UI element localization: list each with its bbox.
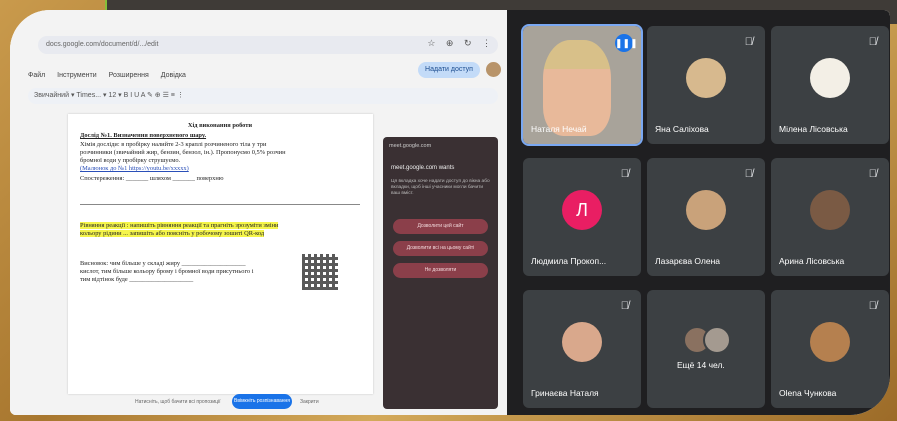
participant-name: Людмила Прокоп... [531, 256, 607, 266]
participant-name: Мілена Лісовська [779, 124, 848, 134]
popup-header: meet.google.com [389, 143, 432, 149]
docs-window: docs.google.com/document/d/.../edit ☆ ⊕ … [10, 10, 507, 415]
share-permission-popup: meet.google.com meet.google.com wants Ця… [383, 137, 498, 409]
avatar [686, 189, 726, 230]
doc-line: кольору рідини ... запишіть або поясніть… [80, 230, 265, 237]
deny-button[interactable]: Не дозволяти [393, 263, 488, 278]
participant-video [543, 40, 611, 136]
formatting-toolbar[interactable]: Звичайний ▾ Times... ▾ 12 ▾ B I U A ✎ ⊕ … [28, 88, 498, 104]
menu-tools[interactable]: Інструменти [57, 72, 96, 79]
participant-tile[interactable]: 🎙̸ Гринаєва Наталя [523, 290, 641, 408]
participant-name: Яна Саліхова [655, 124, 709, 134]
participant-tile[interactable]: ❚❚❚ Наталя Нечай [521, 24, 643, 146]
menu-extensions[interactable]: Розширення [109, 72, 149, 79]
avatar [810, 57, 850, 98]
mic-off-icon: 🎙̸ [744, 168, 753, 180]
avatar [562, 321, 602, 362]
participant-name: Наталя Нечай [531, 124, 587, 134]
doc-link[interactable]: (Малюнок до №1 https://youtu.be/xxxxx) [80, 165, 360, 173]
screenshot-frame: docs.google.com/document/d/.../edit ☆ ⊕ … [10, 10, 890, 415]
popup-description: Ця вкладка хоче надати доступ до вікна а… [391, 179, 490, 196]
participant-tile[interactable]: 🎙̸ Яна Саліхова [647, 26, 765, 144]
allow-all-button[interactable]: Дозволити всі на цьому сайті [393, 241, 488, 256]
participant-name: Гринаєва Наталя [531, 388, 599, 398]
participant-name: Лазарєва Олена [655, 256, 721, 266]
mic-off-icon: 🎙̸ [620, 300, 629, 312]
speaking-indicator-icon: ❚❚❚ [615, 34, 638, 52]
share-button[interactable]: Надати доступ [418, 62, 480, 78]
avatar: Л [562, 189, 602, 230]
document-page[interactable]: Хід виконання роботи Дослід №1. Визначен… [68, 114, 373, 394]
doc-line: розчинники (звичайний жир, бензин, бензо… [80, 149, 286, 156]
mic-off-icon: 🎙̸ [744, 36, 753, 48]
doc-line: Спостереження: _______ шляхом _______ по… [80, 175, 224, 182]
doc-line: кислот, тим більше кольору брому і бромн… [80, 268, 254, 275]
popup-title: meet.google.com wants [391, 165, 455, 171]
participant-name: Арина Лісовська [779, 256, 845, 266]
avatar [810, 321, 850, 362]
participant-tile[interactable]: 🎙̸ Лазарєва Олена [647, 158, 765, 276]
account-avatar[interactable] [486, 62, 501, 77]
participant-tile[interactable]: 🎙̸ Мілена Лісовська [771, 26, 889, 144]
mic-off-icon: 🎙̸ [620, 168, 629, 180]
doc-line: Хімія досліди: в пробірку налийте 2-3 кр… [80, 141, 267, 148]
mic-off-icon: 🎙̸ [868, 168, 877, 180]
meet-grid: ❚❚❚ Наталя Нечай 🎙̸ Яна Саліхова 🎙̸ Міле… [507, 10, 890, 415]
browser-action-icons[interactable]: ☆ ⊕ ↻ ⋮ [427, 38, 495, 49]
menu-file[interactable]: Файл [28, 72, 45, 79]
doc-line: бромної води у пробірку струшуємо. [80, 157, 181, 164]
doc-line: Висновок: чим більше у складі жиру _____… [80, 260, 246, 267]
mic-off-icon: 🎙̸ [868, 36, 877, 48]
doc-line: тим відтінок буде ____________________ [80, 276, 194, 283]
menu-help[interactable]: Довідка [161, 72, 186, 79]
participant-tile[interactable]: 🎙̸ Olena Чункова [771, 290, 889, 408]
more-participants-tile[interactable]: Ещё 14 чел. [647, 290, 765, 408]
qr-code-image [300, 252, 340, 292]
more-participants-label: Ещё 14 чел. [677, 360, 725, 370]
participant-tile[interactable]: 🎙̸ Л Людмила Прокоп... [523, 158, 641, 276]
doc-title: Хід виконання роботи [187, 122, 253, 129]
avatar [686, 57, 726, 98]
participant-name: Olena Чункова [779, 388, 837, 398]
participant-tile[interactable]: 🎙̸ Арина Лісовська [771, 158, 889, 276]
docs-menu-bar: Файл Інструменти Розширення Довідка [28, 72, 196, 79]
avatar [703, 326, 731, 354]
doc-line: Рівняння реакції : напишіть рівняння реа… [80, 222, 279, 229]
doc-line: Дослід №1. Визначення поверхневого шару. [80, 132, 207, 139]
allow-site-button[interactable]: Дозволити цей сайт [393, 219, 488, 234]
close-link[interactable]: Закрити [300, 399, 319, 405]
avatar [810, 189, 850, 230]
bottom-note: Натисніть, щоб бачити всі пропозиції [135, 399, 221, 405]
mic-off-icon: 🎙̸ [868, 300, 877, 312]
enable-button[interactable]: Ввімкніть розпізнавання [232, 394, 292, 409]
divider [80, 204, 360, 205]
